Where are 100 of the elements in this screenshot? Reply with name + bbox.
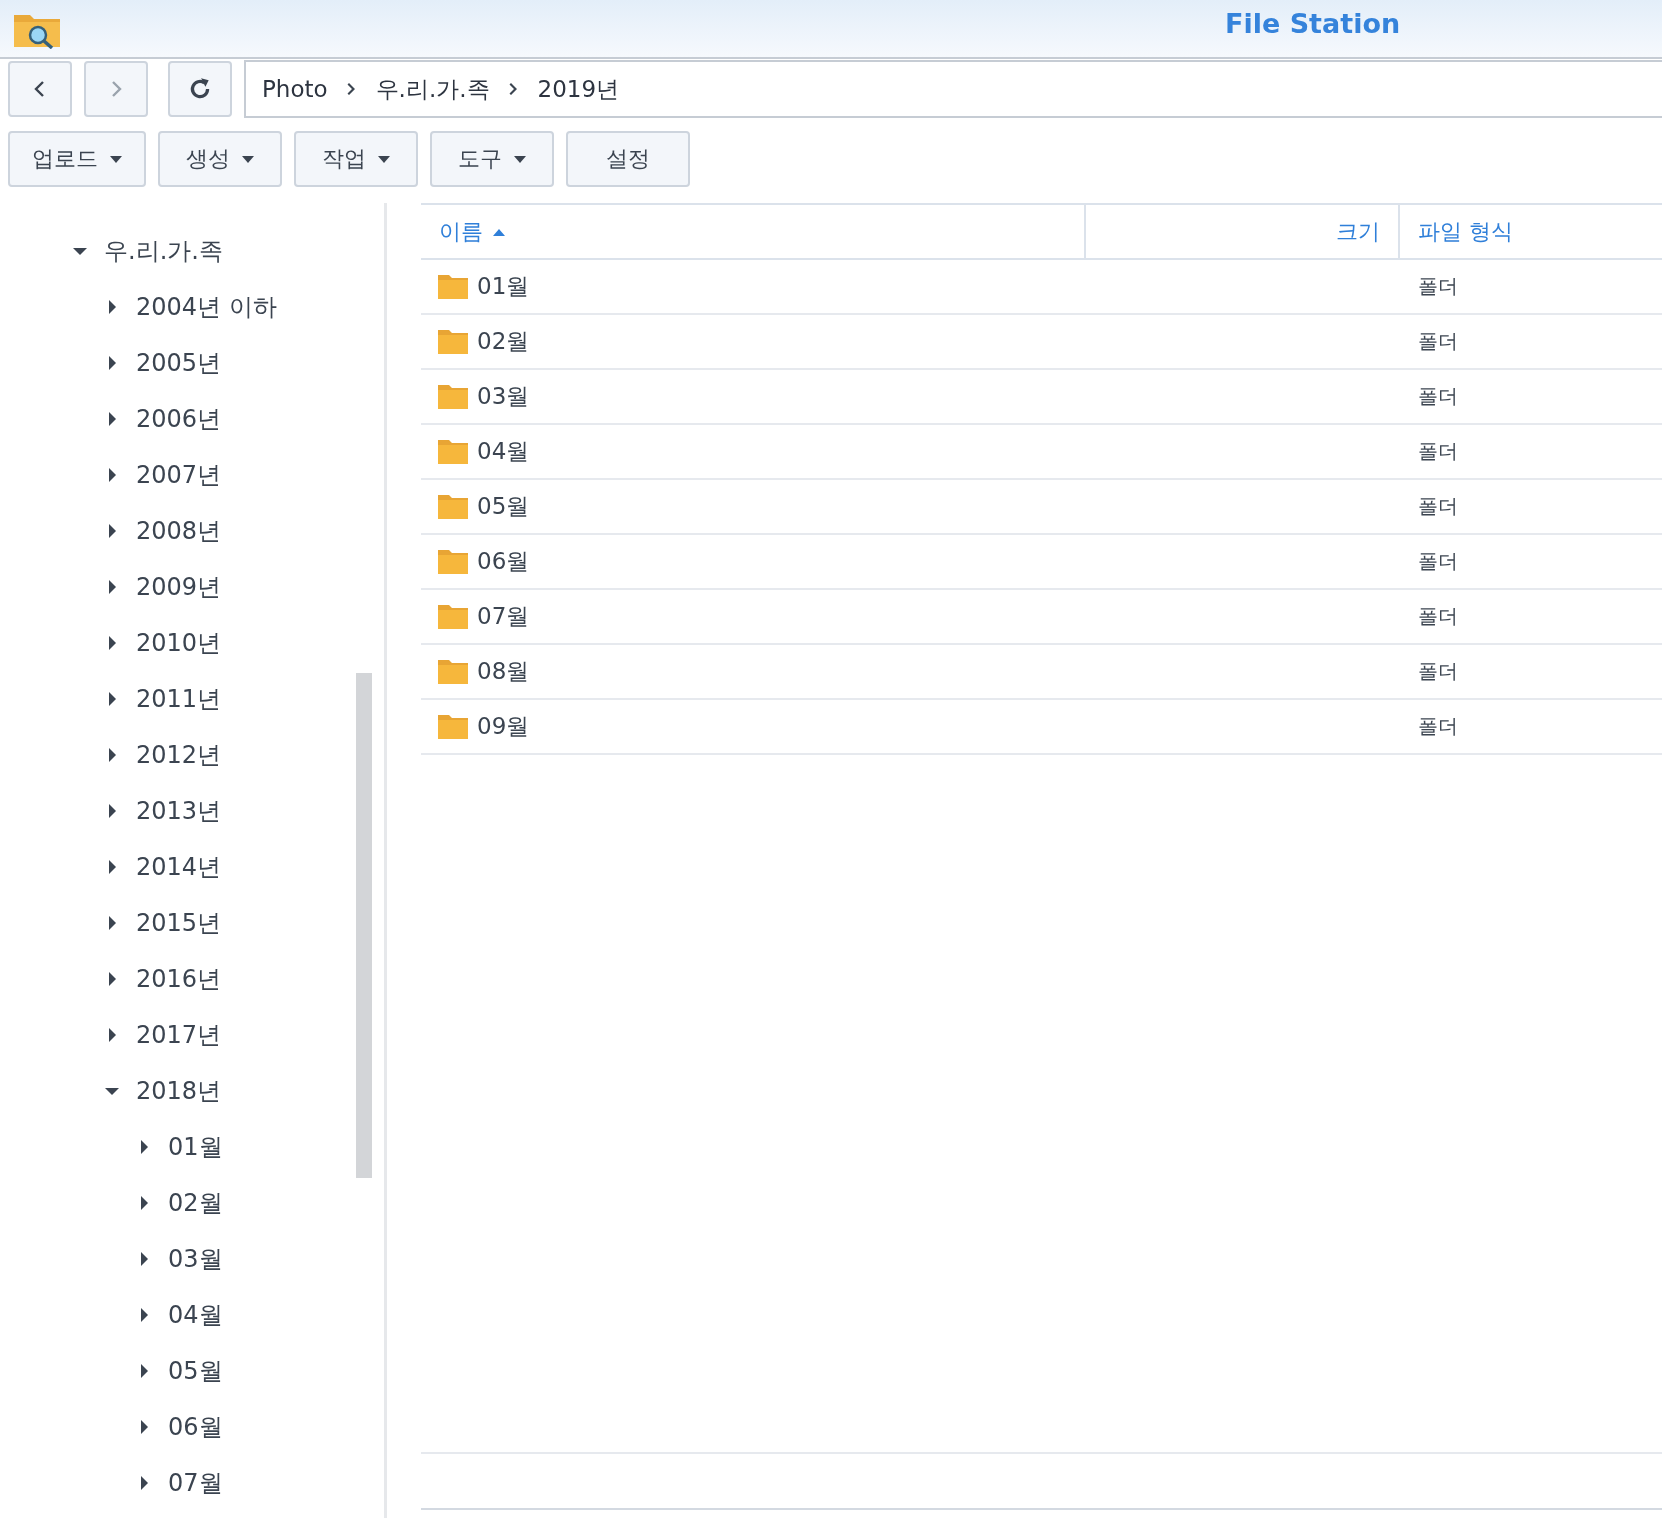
tree-item[interactable]: 2015년 [0, 895, 384, 951]
tree-label: 05월 [168, 1356, 223, 1387]
tree-label: 2016년 [136, 964, 222, 995]
tree-label: 우.리.가.족 [104, 236, 223, 267]
file-type: 폴더 [1418, 658, 1458, 685]
file-row[interactable]: 07월 폴더 [421, 590, 1662, 645]
file-name: 04월 [477, 437, 530, 466]
breadcrumb-link[interactable]: 우.리.가.족 [375, 73, 490, 105]
folder-icon [437, 658, 469, 685]
folder-icon [437, 438, 469, 465]
path-bar[interactable]: Photo 우.리.가.족 2019년 [244, 60, 1662, 118]
tree-item[interactable]: 2010년 [0, 615, 384, 671]
tree-label: 06월 [168, 1412, 223, 1443]
tree-item[interactable]: 03월 [0, 1231, 384, 1287]
tree-label: 2017년 [136, 1020, 222, 1051]
tree-label: 2005년 [136, 348, 222, 379]
file-name: 09월 [477, 712, 530, 741]
folder-icon [437, 328, 469, 355]
tree-item[interactable]: 04월 [0, 1287, 384, 1343]
file-row[interactable]: 06월 폴더 [421, 535, 1662, 590]
file-type: 폴더 [1418, 603, 1458, 630]
tree-label: 2018년 [136, 1076, 222, 1107]
tree-item[interactable]: 2012년 [0, 727, 384, 783]
tree-label: 2014년 [136, 852, 222, 883]
file-type: 폴더 [1418, 713, 1458, 740]
tree-label: 2004년 이하 [136, 292, 277, 323]
breadcrumb-link[interactable]: 2019년 [537, 73, 620, 105]
tree-label: 07월 [168, 1468, 223, 1499]
tree-item[interactable]: 2009년 [0, 559, 384, 615]
toolbar-button[interactable]: 업로드 [8, 131, 146, 187]
tree-item[interactable]: 01월 [0, 1119, 384, 1175]
file-name: 08월 [477, 657, 530, 686]
tree-label: 03월 [168, 1244, 223, 1275]
file-type: 폴더 [1418, 493, 1458, 520]
file-name: 07월 [477, 602, 530, 631]
file-row[interactable]: 02월 폴더 [421, 315, 1662, 370]
file-type: 폴더 [1418, 438, 1458, 465]
tree-item[interactable]: 07월 [0, 1455, 384, 1511]
folder-icon [437, 548, 469, 575]
tree-item[interactable]: 2007년 [0, 447, 384, 503]
chevron-icon [507, 81, 520, 97]
refresh-button[interactable] [168, 61, 232, 117]
folder-icon [437, 273, 469, 300]
tree-item[interactable]: 2004년 이하 [0, 279, 384, 335]
tree-label: 04월 [168, 1300, 223, 1331]
tree-label: 02월 [168, 1188, 223, 1219]
tree-item[interactable]: 우.리.가.족 [0, 223, 384, 279]
file-row[interactable]: 05월 폴더 [421, 480, 1662, 535]
tree-label: 2015년 [136, 908, 222, 939]
tree-item[interactable]: 2016년 [0, 951, 384, 1007]
back-button[interactable] [8, 61, 72, 117]
folder-icon [437, 383, 469, 410]
toolbar-button[interactable]: 생성 [158, 131, 282, 187]
toolbar-button[interactable]: 작업 [294, 131, 418, 187]
tree-item[interactable]: 05월 [0, 1343, 384, 1399]
file-name: 05월 [477, 492, 530, 521]
scrollbar-thumb[interactable] [356, 673, 372, 1178]
folder-icon [437, 493, 469, 520]
file-row[interactable]: 01월 폴더 [421, 260, 1662, 315]
file-name: 03월 [477, 382, 530, 411]
tree-label: 2010년 [136, 628, 222, 659]
window-title: File Station [1225, 8, 1401, 39]
forward-button[interactable] [84, 61, 148, 117]
tree-item[interactable]: 06월 [0, 1399, 384, 1455]
tree-label: 2013년 [136, 796, 222, 827]
folder-icon [437, 713, 469, 740]
tree-label: 2007년 [136, 460, 222, 491]
file-type: 폴더 [1418, 328, 1458, 355]
tree-item[interactable]: 2017년 [0, 1007, 384, 1063]
file-type: 폴더 [1418, 273, 1458, 300]
breadcrumb-link[interactable]: Photo [262, 76, 328, 102]
tree-label: 2012년 [136, 740, 222, 771]
tree-label: 2006년 [136, 404, 222, 435]
tree-item[interactable]: 2005년 [0, 335, 384, 391]
tree-item[interactable]: 2008년 [0, 503, 384, 559]
folder-icon [437, 603, 469, 630]
column-header[interactable]: 이름 [421, 205, 1084, 258]
tree-label: 01월 [168, 1132, 223, 1163]
tree-item[interactable]: 02월 [0, 1175, 384, 1231]
file-row[interactable]: 04월 폴더 [421, 425, 1662, 480]
toolbar-button[interactable]: 설정 [566, 131, 690, 187]
tree-item[interactable]: 2013년 [0, 783, 384, 839]
file-type: 폴더 [1418, 548, 1458, 575]
tree-item[interactable]: 2014년 [0, 839, 384, 895]
file-name: 02월 [477, 327, 530, 356]
tree-label: 2009년 [136, 572, 222, 603]
tree-item[interactable]: 2018년 [0, 1063, 384, 1119]
file-row[interactable]: 03월 폴더 [421, 370, 1662, 425]
tree-item[interactable]: 2011년 [0, 671, 384, 727]
file-name: 01월 [477, 272, 530, 301]
column-header[interactable]: 크기 [1084, 205, 1400, 258]
tree-label: 2008년 [136, 516, 222, 547]
chevron-icon [345, 81, 358, 97]
tree-label: 2011년 [136, 684, 222, 715]
column-header[interactable]: 파일 형식 [1400, 205, 1662, 258]
toolbar-button[interactable]: 도구 [430, 131, 554, 187]
tree-item[interactable]: 2006년 [0, 391, 384, 447]
file-row[interactable]: 09월 폴더 [421, 700, 1662, 755]
file-type: 폴더 [1418, 383, 1458, 410]
file-row[interactable]: 08월 폴더 [421, 645, 1662, 700]
